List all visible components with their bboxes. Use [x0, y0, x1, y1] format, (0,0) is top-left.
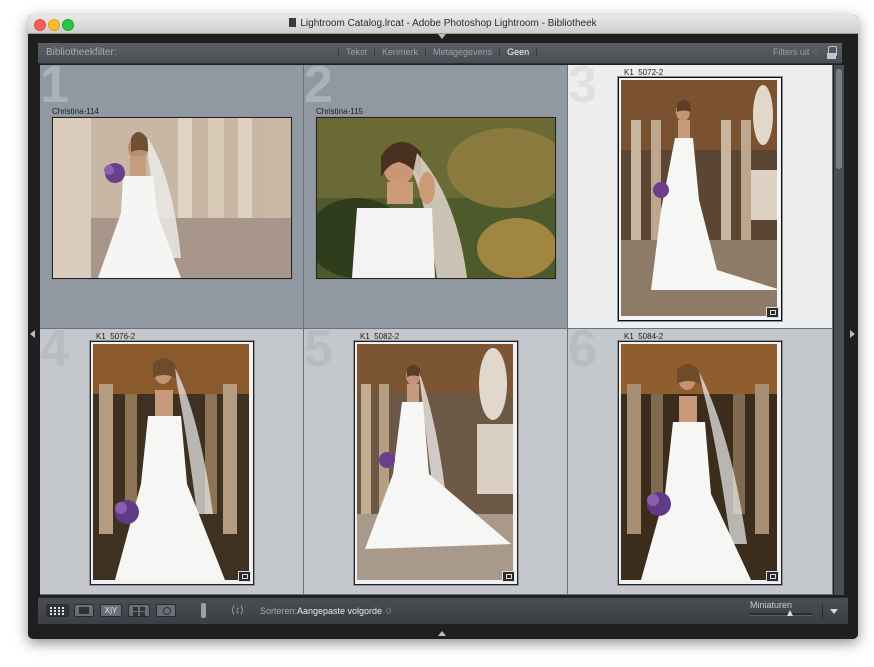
compare-view-button[interactable]: X|Y — [100, 604, 122, 617]
thumbnail-frame[interactable] — [354, 341, 518, 585]
virtual-copy-badge-icon[interactable] — [502, 571, 515, 582]
thumbnail-frame[interactable] — [52, 117, 292, 279]
cell-filename: K1_5072-2 — [624, 68, 664, 77]
virtual-copy-badge-icon[interactable] — [766, 571, 779, 582]
thumbnail-frame[interactable] — [316, 117, 556, 279]
window-title: Lightroom Catalog.lrcat - Adobe Photosho… — [28, 18, 858, 29]
sort-label: Sorteren: — [260, 606, 298, 616]
grid-cell[interactable]: 2 Christina-115 — [304, 65, 568, 329]
bottom-toolbar: X|Y ⟨↕⟩ Sorteren: Aangepaste volgorde ♢ … — [38, 597, 848, 624]
grid-cell[interactable]: 6 K1_5084-2 — [568, 329, 833, 595]
survey-view-button[interactable] — [128, 604, 150, 617]
cell-filename: Christina-115 — [316, 107, 363, 116]
filter-tabs: Tekst Kenmerk Metagegevens Geen — [338, 47, 538, 57]
sort-direction-icon[interactable]: ⟨↕⟩ — [231, 605, 244, 616]
tab-metadata[interactable]: Metagegevens — [426, 47, 501, 57]
cell-filename: K1_5076-2 — [96, 332, 136, 341]
cell-index: 1 — [40, 65, 69, 114]
compare-view-icon: X|Y — [104, 606, 118, 615]
thumbnail-size-slider[interactable] — [750, 610, 812, 616]
virtual-copy-badge-icon[interactable] — [766, 307, 779, 318]
toolbar-content-menu-icon[interactable] — [822, 604, 845, 618]
top-panel-toggle-icon[interactable] — [438, 34, 446, 39]
grid-scrollbar[interactable] — [834, 65, 844, 595]
cell-filename: K1_5082-2 — [360, 332, 400, 341]
grid-cell[interactable]: 5 K1_5082-2 — [304, 329, 568, 595]
cell-filename: K1_5084-2 — [624, 332, 664, 341]
thumbnail-frame[interactable] — [618, 77, 782, 321]
people-view-button[interactable] — [156, 604, 176, 617]
grid-view-button[interactable] — [46, 604, 69, 617]
loupe-view-button[interactable] — [74, 604, 94, 617]
left-panel-toggle-icon[interactable] — [30, 330, 35, 338]
thumbnail-image — [53, 118, 291, 278]
thumbnail-image — [357, 344, 513, 580]
people-view-icon — [163, 607, 171, 615]
grid-cell[interactable]: 3 K1_5072-2 — [568, 65, 833, 329]
cell-index: 5 — [304, 329, 333, 378]
filter-label: Bibliotheekfilter: — [46, 47, 117, 58]
slider-knob[interactable] — [787, 610, 794, 616]
thumbnail-frame[interactable] — [618, 341, 782, 585]
thumbnails-label: Miniaturen — [750, 600, 793, 610]
title-bar: Lightroom Catalog.lrcat - Adobe Photosho… — [28, 15, 858, 34]
virtual-copy-badge-icon[interactable] — [238, 571, 251, 582]
cell-index: 3 — [568, 65, 597, 114]
grid-cell[interactable]: 4 K1_5076-2 — [40, 329, 304, 595]
thumbnail-image — [93, 344, 249, 580]
thumbnail-frame[interactable] — [90, 341, 254, 585]
document-icon — [289, 18, 297, 27]
painter-icon[interactable] — [201, 603, 206, 618]
tab-text[interactable]: Tekst — [338, 47, 376, 57]
thumbnail-grid: 1 Christina-114 2 Christina-115 3 K1_507… — [40, 65, 833, 595]
filters-preset-dropdown[interactable]: Filters uit ♢ — [773, 47, 820, 58]
cell-index: 2 — [304, 65, 333, 114]
sort-order-dropdown[interactable]: Aangepaste volgorde ♢ — [297, 606, 393, 617]
thumbnail-image — [621, 80, 777, 316]
right-panel-toggle-icon[interactable] — [850, 330, 855, 338]
lightroom-window: Lightroom Catalog.lrcat - Adobe Photosho… — [28, 15, 858, 639]
survey-view-icon — [133, 607, 138, 611]
loupe-view-icon — [79, 607, 89, 614]
tab-attribute[interactable]: Kenmerk — [375, 47, 427, 57]
cell-filename: Christina-114 — [52, 107, 99, 116]
grid-cell[interactable]: 1 Christina-114 — [40, 65, 304, 329]
library-filter-bar: Bibliotheekfilter: Tekst Kenmerk Metagegev… — [38, 43, 842, 64]
bottom-panel-toggle-icon[interactable] — [438, 631, 446, 636]
thumbnail-image — [621, 344, 777, 580]
scrollbar-thumb[interactable] — [836, 69, 842, 169]
thumbnail-image — [317, 118, 555, 278]
tab-none[interactable]: Geen — [500, 47, 538, 57]
cell-index: 6 — [568, 329, 597, 378]
cell-index: 4 — [40, 329, 69, 378]
lock-icon[interactable] — [827, 46, 837, 59]
